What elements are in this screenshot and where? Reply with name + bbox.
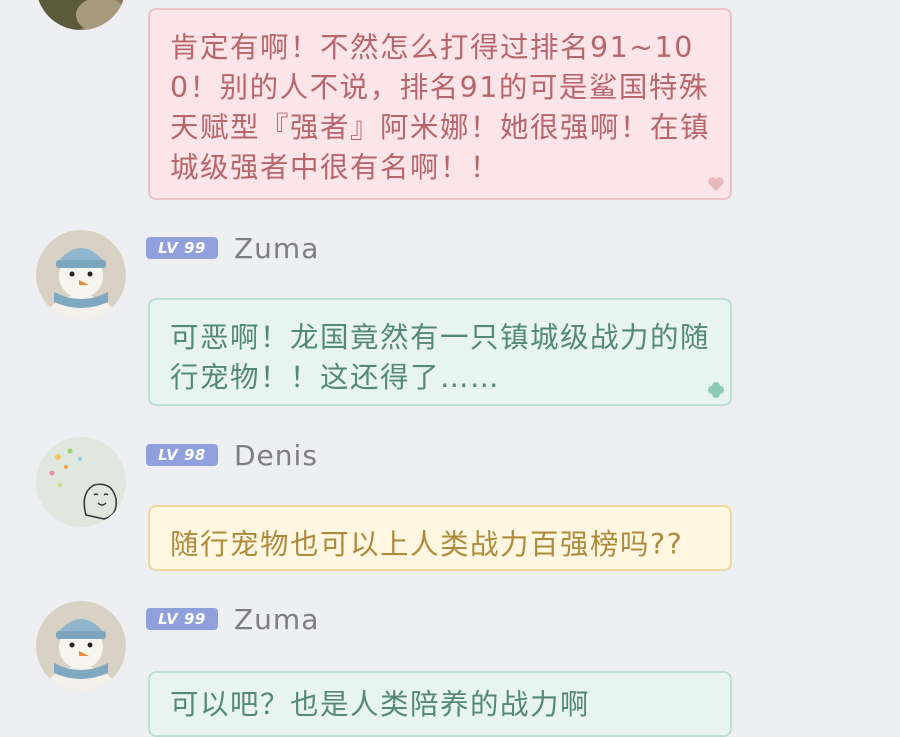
level-badge: LV 98 (146, 444, 218, 466)
message-bubble: 随行宠物也可以上人类战力百强榜吗?? (148, 505, 732, 571)
message-text: 肯定有啊！不然怎么打得过排名91~100！别的人不说，排名91的可是鲨国特殊天赋… (170, 31, 711, 184)
user-meta: LV 99 Zuma (146, 232, 319, 265)
avatar[interactable] (36, 230, 126, 320)
username[interactable]: Zuma (234, 232, 319, 265)
message-text: 随行宠物也可以上人类战力百强榜吗?? (170, 528, 684, 561)
message-text: 可恶啊！龙国竟然有一只镇城级战力的随行宠物！！这还得了…… (170, 321, 711, 394)
user-meta: LV 98 Denis (146, 439, 318, 472)
username[interactable]: Denis (234, 439, 318, 472)
user-meta: LV 99 Zuma (146, 603, 319, 636)
avatar[interactable] (36, 0, 126, 30)
message-bubble: 可以吧？也是人类陪养的战力啊 (148, 671, 732, 737)
avatar[interactable] (36, 437, 126, 527)
level-badge: LV 99 (146, 608, 218, 630)
message-text: 可以吧？也是人类陪养的战力啊 (170, 688, 591, 721)
message-bubble: 可恶啊！龙国竟然有一只镇城级战力的随行宠物！！这还得了…… (148, 298, 732, 406)
clover-icon (708, 382, 724, 398)
level-badge: LV 99 (146, 237, 218, 259)
message-bubble: 肯定有啊！不然怎么打得过排名91~100！别的人不说，排名91的可是鲨国特殊天赋… (148, 8, 732, 200)
heart-icon (708, 177, 724, 191)
username[interactable]: Zuma (234, 603, 319, 636)
avatar[interactable] (36, 601, 126, 691)
